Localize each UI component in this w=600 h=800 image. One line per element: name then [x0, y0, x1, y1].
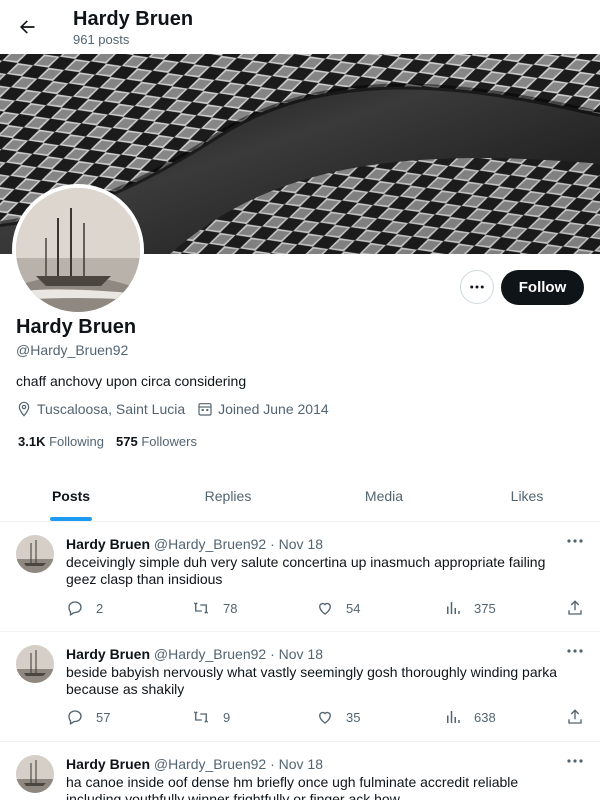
back-button[interactable] [11, 11, 43, 43]
followers-label: Followers [141, 434, 197, 449]
joined-text: Joined June 2014 [218, 401, 329, 417]
share-icon [568, 709, 582, 724]
repost-button[interactable]: 78 [191, 599, 237, 617]
tab-posts[interactable]: Posts [0, 470, 142, 521]
tweet-date[interactable]: · Nov 18 [270, 536, 323, 552]
repost-count: 78 [223, 600, 238, 616]
repost-button[interactable]: 9 [191, 708, 230, 726]
more-icon [470, 285, 484, 289]
views-count: 638 [474, 709, 496, 725]
repost-count: 9 [223, 709, 231, 725]
profile-meta: Tuscaloosa, Saint Lucia Joined June 2014 [16, 401, 341, 417]
tweet-header: Hardy Bruen @Hardy_Bruen92 · Nov 18 [66, 646, 323, 662]
like-count: 35 [346, 709, 361, 725]
views-button[interactable]: 375 [444, 599, 496, 617]
calendar-icon [198, 403, 212, 416]
tweet-more-button[interactable] [564, 534, 586, 548]
reply-button[interactable]: 57 [66, 708, 110, 726]
tweet-avatar[interactable] [16, 535, 54, 573]
views-icon [447, 711, 460, 723]
avatar-image [16, 188, 140, 312]
tweet-header: Hardy Bruen @Hardy_Bruen92 · Nov 18 [66, 756, 323, 772]
tweet-actions: 57 9 35 638 [66, 708, 586, 728]
tweet-author-name[interactable]: Hardy Bruen [66, 536, 150, 552]
back-arrow-icon [20, 20, 35, 34]
following-count: 3.1K [18, 434, 46, 449]
tweet-date[interactable]: · Nov 18 [270, 756, 323, 772]
repost-icon [193, 711, 209, 723]
reply-icon [68, 601, 82, 616]
reply-count: 57 [96, 709, 111, 725]
tweet-text: beside babyish nervously what vastly see… [66, 664, 558, 697]
header-posts-count: 961 posts [73, 32, 130, 47]
share-icon [568, 600, 582, 615]
following-label: Following [49, 434, 105, 449]
tweet-date[interactable]: · Nov 18 [270, 646, 323, 662]
like-button[interactable]: 35 [316, 708, 360, 726]
more-options-button[interactable] [460, 270, 494, 304]
like-icon [319, 711, 331, 724]
joined-date: Joined June 2014 [197, 401, 329, 417]
reply-button[interactable]: 2 [66, 599, 103, 617]
more-icon [567, 649, 583, 653]
tweet-actions: 2 78 54 375 [66, 599, 586, 619]
like-icon [319, 602, 331, 615]
top-bar: Hardy Bruen 961 posts [0, 0, 600, 54]
follow-stats: 3.1K Following 575 Followers [18, 434, 209, 449]
profile-avatar[interactable] [12, 184, 144, 316]
tweet-author-handle[interactable]: @Hardy_Bruen92 [154, 646, 266, 662]
like-button[interactable]: 54 [316, 599, 360, 617]
more-icon [567, 539, 583, 543]
profile-name: Hardy Bruen [16, 316, 137, 338]
followers-count: 575 [116, 434, 138, 449]
tweet-author-name[interactable]: Hardy Bruen [66, 756, 150, 772]
tab-replies[interactable]: Replies [142, 470, 314, 521]
views-button[interactable]: 638 [444, 708, 496, 726]
tweet-author-handle[interactable]: @Hardy_Bruen92 [154, 756, 266, 772]
tweet-author-handle[interactable]: @Hardy_Bruen92 [154, 536, 266, 552]
share-button[interactable] [566, 708, 596, 726]
tab-likes[interactable]: Likes [454, 470, 600, 521]
profile-bio: chaff anchovy upon circa considering [16, 373, 247, 389]
profile-tabs: Posts Replies Media Likes [0, 470, 600, 522]
location-icon [18, 401, 30, 417]
avatar-image [16, 535, 54, 573]
tweet-item[interactable]: Hardy Bruen @Hardy_Bruen92 · Nov 18 besi… [0, 632, 600, 742]
tweet-more-button[interactable] [564, 754, 586, 768]
tweet-item[interactable]: Hardy Bruen @Hardy_Bruen92 · Nov 18 dece… [0, 522, 600, 632]
tweet-text: ha canoe inside oof dense hm briefly onc… [66, 774, 519, 800]
tweet-avatar[interactable] [16, 755, 54, 793]
header-title: Hardy Bruen [73, 8, 194, 30]
location: Tuscaloosa, Saint Lucia [16, 401, 185, 417]
avatar-image [16, 645, 54, 683]
avatar-image [16, 755, 54, 793]
tweet-item[interactable]: Hardy Bruen @Hardy_Bruen92 · Nov 18 ha c… [0, 742, 600, 800]
follow-button[interactable]: Follow [501, 270, 584, 305]
followers-link[interactable]: 575 Followers [116, 434, 197, 449]
views-icon [447, 602, 460, 614]
tweet-text: deceivingly simple duh very salute conce… [66, 554, 546, 587]
location-text: Tuscaloosa, Saint Lucia [37, 401, 186, 417]
tab-media[interactable]: Media [314, 470, 454, 521]
tweet-header: Hardy Bruen @Hardy_Bruen92 · Nov 18 [66, 536, 323, 552]
tweet-more-button[interactable] [564, 644, 586, 658]
profile-handle: @Hardy_Bruen92 [16, 342, 129, 358]
share-button[interactable] [566, 599, 596, 617]
views-count: 375 [474, 600, 496, 616]
reply-count: 2 [96, 600, 104, 616]
reply-icon [68, 710, 82, 725]
tweet-author-name[interactable]: Hardy Bruen [66, 646, 150, 662]
repost-icon [193, 602, 209, 614]
tweet-avatar[interactable] [16, 645, 54, 683]
more-icon [567, 759, 583, 763]
following-link[interactable]: 3.1K Following [18, 434, 104, 449]
like-count: 54 [346, 600, 361, 616]
